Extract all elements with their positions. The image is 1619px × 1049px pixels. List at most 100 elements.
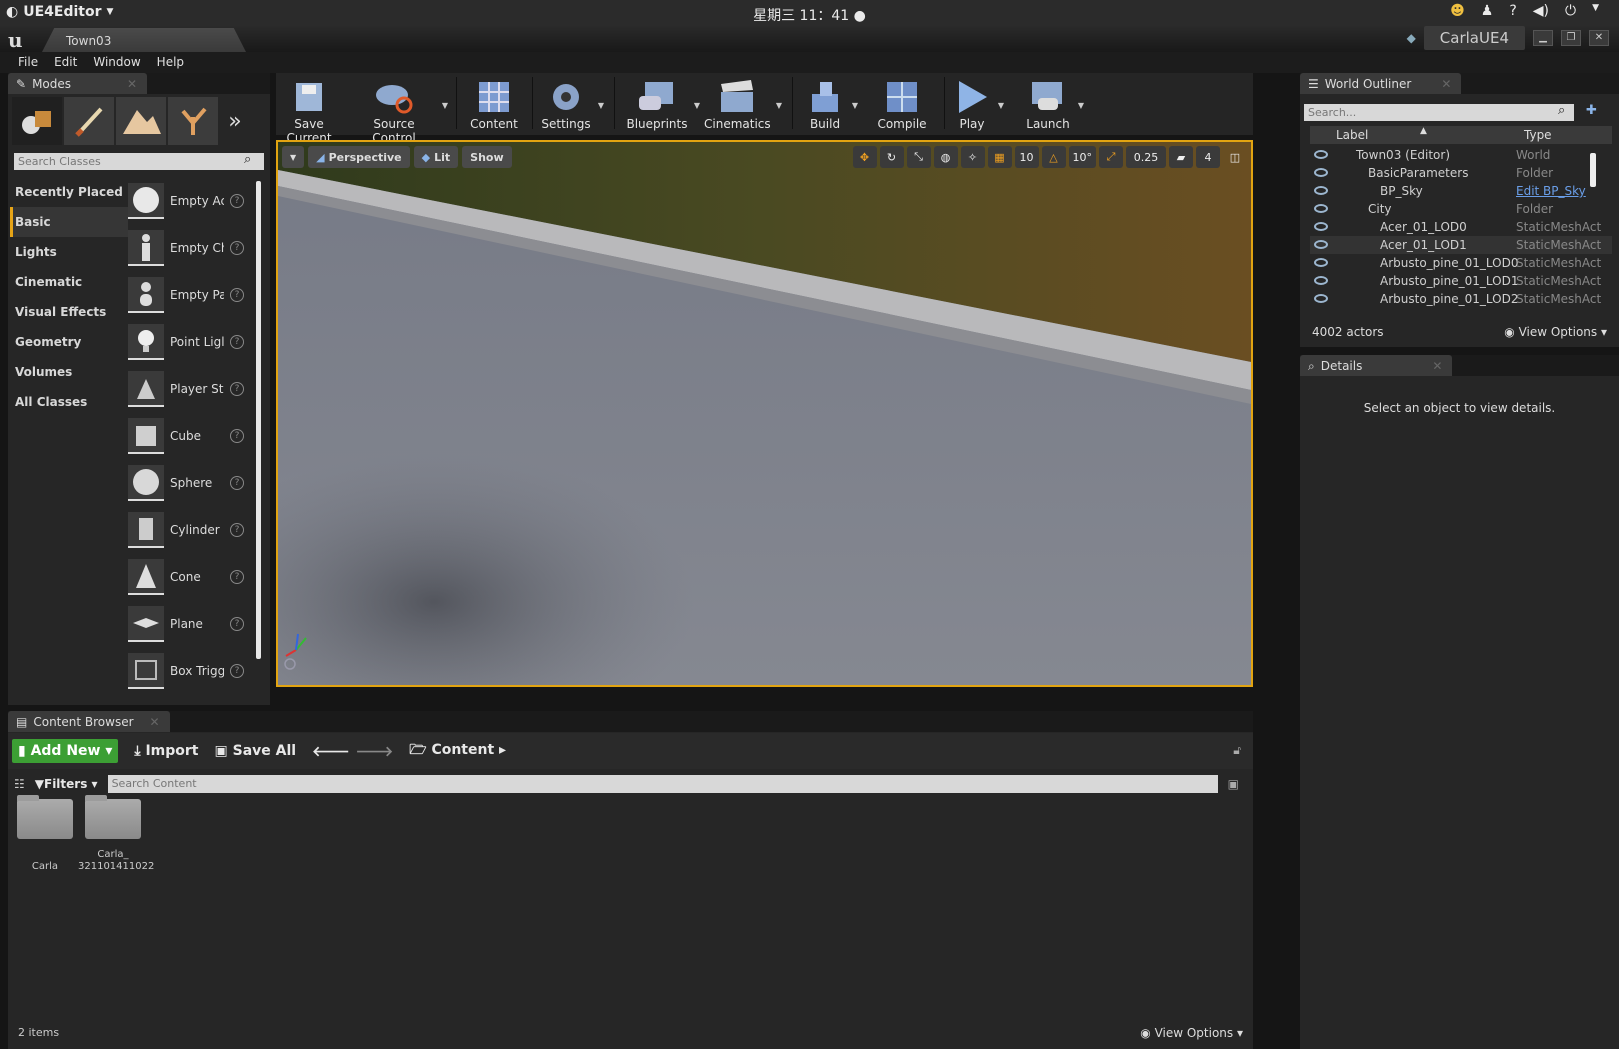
eye-icon[interactable] — [1314, 150, 1328, 159]
help-icon[interactable]: ? — [230, 663, 244, 678]
camera-speed-icon[interactable]: ▰ — [1169, 146, 1193, 168]
scale-icon[interactable]: ⤡ — [906, 146, 931, 168]
cat-tray-icon[interactable]: ☻ — [1450, 3, 1465, 19]
placeable-box-trigger[interactable]: Box Trigg? — [128, 647, 260, 694]
volume-icon[interactable]: ◀) — [1533, 3, 1549, 19]
help-icon[interactable]: ? — [230, 334, 244, 349]
landscape-mode-button[interactable] — [116, 97, 166, 145]
eye-icon[interactable] — [1314, 276, 1328, 285]
sources-panel-toggle-icon[interactable]: ☷ — [14, 777, 25, 791]
placeable-cone[interactable]: Cone? — [128, 553, 260, 600]
world-space-icon[interactable]: ◍ — [933, 146, 958, 168]
eye-icon[interactable] — [1314, 222, 1328, 231]
cinematics-button[interactable]: Cinematics ▼ — [704, 77, 782, 133]
history-back-icon[interactable]: 🡐 — [312, 743, 350, 760]
rotation-snap-value[interactable]: 10° — [1068, 146, 1096, 168]
label-column-header[interactable]: Label — [1336, 128, 1368, 142]
outliner-scrollbar[interactable] — [1590, 153, 1596, 187]
help-icon[interactable]: ? — [230, 428, 244, 443]
placeable-point-light[interactable]: Point Ligl? — [128, 318, 260, 365]
category-basic[interactable]: Basic — [10, 207, 128, 237]
placeable-scrollbar[interactable] — [256, 181, 261, 659]
rotation-snap-icon[interactable]: △ — [1041, 146, 1066, 168]
placeable-cylinder[interactable]: Cylinder? — [128, 506, 260, 553]
outliner-search-input[interactable]: Search... — [1304, 104, 1574, 121]
chevron-down-icon[interactable]: ▼ — [694, 101, 700, 110]
help-icon[interactable]: ? — [230, 475, 244, 490]
lock-icon[interactable]: 🔓︎ — [1233, 743, 1241, 758]
placeable-plane[interactable]: Plane? — [128, 600, 260, 647]
content-button[interactable]: Content — [468, 77, 520, 133]
close-icon[interactable]: ✕ — [1441, 77, 1451, 94]
outliner-row[interactable]: Acer_01_LOD0 StaticMeshAct — [1310, 218, 1612, 236]
maximize-viewport-icon[interactable]: ◫ — [1223, 146, 1247, 168]
tab-town03[interactable]: Town03 — [42, 28, 246, 52]
category-all-classes[interactable]: All Classes — [10, 387, 128, 417]
menu-window[interactable]: Window — [85, 52, 148, 73]
placeable-sphere[interactable]: Sphere? — [128, 459, 260, 506]
blueprints-button[interactable]: Blueprints ▼ — [626, 77, 700, 133]
close-icon[interactable]: ✕ — [127, 77, 137, 94]
minimize-button[interactable]: ▁ — [1533, 30, 1553, 46]
surface-snap-icon[interactable]: ✧ — [960, 146, 985, 168]
outliner-row[interactable]: Arbusto_pine_01_LOD2 StaticMeshAct — [1310, 290, 1612, 308]
category-visual-effects[interactable]: Visual Effects — [10, 297, 128, 327]
close-icon[interactable]: ✕ — [1432, 359, 1442, 376]
edit-bp-sky-link[interactable]: Edit BP_Sky — [1516, 184, 1586, 198]
chevron-down-icon[interactable]: ▼ — [776, 101, 782, 110]
source-control-status-icon[interactable]: ◆ — [1407, 31, 1416, 45]
history-forward-icon[interactable]: 🡒 — [356, 743, 394, 760]
save-search-icon[interactable]: ▣ — [1228, 777, 1239, 791]
system-clock[interactable]: 星期三 11：41 ● — [0, 5, 1619, 25]
camera-speed-value[interactable]: 4 — [1196, 146, 1220, 168]
category-recently-placed[interactable]: Recently Placed — [10, 177, 128, 207]
help-icon[interactable]: ? — [230, 616, 244, 631]
outliner-row[interactable]: Town03 (Editor) World — [1310, 146, 1612, 164]
outliner-view-options[interactable]: ◉ View Options ▾ — [1504, 325, 1607, 339]
help-icon[interactable]: ? — [230, 569, 244, 584]
add-new-button[interactable]: ▮ Add New ▾ — [12, 739, 119, 763]
help-icon[interactable]: ? — [230, 522, 244, 537]
placeable-cube[interactable]: Cube? — [128, 412, 260, 459]
power-icon[interactable]: ⏻ — [1565, 3, 1576, 19]
chevron-down-icon[interactable]: ▼ — [1592, 3, 1599, 19]
category-cinematic[interactable]: Cinematic — [10, 267, 128, 297]
placeable-empty-character[interactable]: Empty Ch? — [128, 224, 260, 271]
place-mode-button[interactable] — [12, 97, 62, 145]
close-button[interactable]: ✕ — [1589, 30, 1609, 46]
placeable-player-start[interactable]: Player St? — [128, 365, 260, 412]
play-button[interactable]: Play ▼ — [952, 77, 1004, 133]
show-button[interactable]: Show — [462, 146, 512, 168]
outliner-row[interactable]: BP_Sky Edit BP_Sky — [1310, 182, 1612, 200]
chevron-down-icon[interactable]: ▼ — [598, 101, 604, 110]
eye-icon[interactable] — [1314, 186, 1328, 195]
eye-icon[interactable] — [1314, 294, 1328, 303]
chevron-down-icon[interactable]: ▼ — [998, 101, 1004, 110]
launch-button[interactable]: Launch ▼ — [1024, 77, 1084, 133]
viewport-options-button[interactable]: ▼ — [282, 146, 305, 168]
modes-tab[interactable]: ✎ Modes ✕ — [8, 73, 148, 94]
build-button[interactable]: Build ▼ — [804, 77, 858, 133]
level-viewport[interactable]: ▼ ◢ Perspective ◆ Lit Show ✥ ↻ ⤡ ◍ ✧ ▦ 10 … — [276, 140, 1253, 687]
foliage-mode-button[interactable] — [168, 97, 218, 145]
chevron-down-icon[interactable]: ▼ — [1078, 101, 1084, 110]
type-column-header[interactable]: Type — [1524, 128, 1552, 142]
grid-snap-icon[interactable]: ▦ — [987, 146, 1012, 168]
folder-carla-dated[interactable]: Carla_ 321101411022 — [78, 795, 154, 873]
penguin-tray-icon[interactable]: ♟ — [1481, 3, 1494, 19]
category-lights[interactable]: Lights — [10, 237, 128, 267]
outliner-row[interactable]: BasicParameters Folder — [1310, 164, 1612, 182]
help-icon[interactable]: ? — [230, 287, 244, 302]
search-content-input[interactable]: Search Content — [107, 775, 1218, 793]
chevron-down-icon[interactable]: ▼ — [442, 101, 448, 110]
category-volumes[interactable]: Volumes — [10, 357, 128, 387]
placeable-empty-pawn[interactable]: Empty Pa? — [128, 271, 260, 318]
menu-help[interactable]: Help — [149, 52, 192, 73]
placeable-empty-actor[interactable]: Empty Ac? — [128, 177, 260, 224]
more-modes-icon[interactable]: » — [220, 97, 250, 145]
menu-file[interactable]: File — [10, 52, 46, 73]
details-tab[interactable]: ⌕ Details ✕ — [1300, 355, 1453, 376]
category-geometry[interactable]: Geometry — [10, 327, 128, 357]
eye-icon[interactable] — [1314, 204, 1328, 213]
content-browser-tab[interactable]: ▤ Content Browser ✕ — [8, 711, 170, 732]
